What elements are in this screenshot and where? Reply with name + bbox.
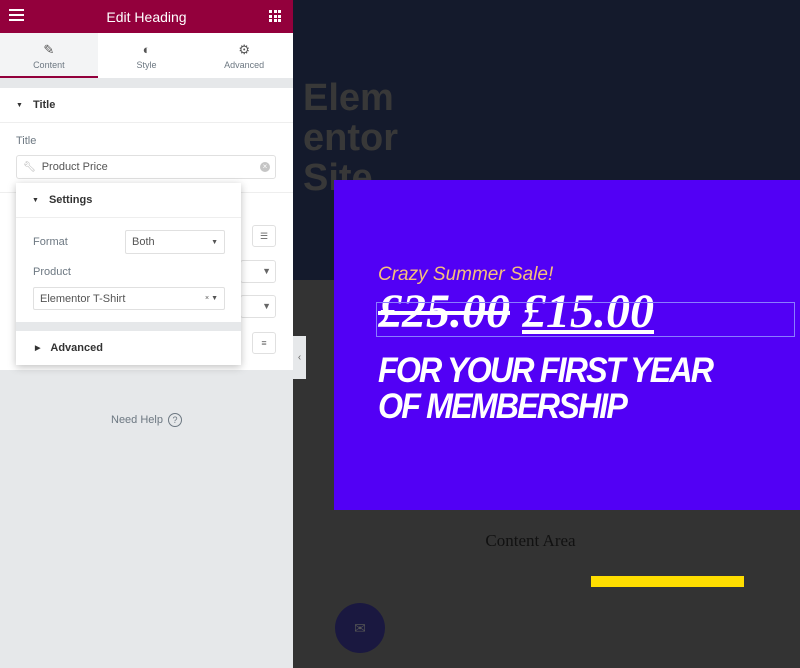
preview-canvas: Elem entor Site ‹ Crazy Summer Sale! £25.0…	[293, 0, 800, 668]
title-input[interactable]: 🔧︎ Product Price ×	[16, 155, 276, 179]
caret-down-icon: ▼	[16, 101, 23, 109]
select-dropdown[interactable]: ▼	[240, 260, 276, 283]
tab-advanced[interactable]: ⚙ Advanced	[195, 33, 293, 78]
clear-caret-icon[interactable]: × ▼	[205, 295, 218, 302]
selected-element-outline	[376, 302, 795, 337]
hamburger-icon[interactable]	[9, 9, 24, 24]
promo-section[interactable]: Crazy Summer Sale! £25.00 £15.00 FOR YOU…	[334, 180, 800, 510]
settings-toggle[interactable]: ▼ Settings	[16, 183, 241, 218]
content-area-label: Content Area	[485, 531, 576, 550]
clear-icon[interactable]: ×	[260, 162, 270, 172]
yellow-bar	[591, 576, 744, 587]
promo-tagline: FOR YOUR FIRST YEAR OF MEMBERSHIP	[378, 351, 714, 426]
half-circle-icon: ◐	[142, 42, 151, 57]
product-value: Elementor T-Shirt	[40, 292, 126, 305]
editor-panel: Edit Heading ✎ Content ◐ Style ⚙ Advanced ▼…	[0, 0, 293, 668]
promo-kicker: Crazy Summer Sale!	[378, 264, 554, 285]
tab-content[interactable]: ✎ Content	[0, 33, 98, 78]
format-label: Format	[33, 236, 68, 248]
title-value: Product Price	[41, 161, 108, 173]
wrench-icon: 🔧︎	[23, 161, 36, 173]
format-value: Both	[132, 236, 155, 248]
caret-right-icon: ▶	[35, 345, 41, 352]
settings-label: Settings	[48, 194, 93, 206]
need-help-link[interactable]: Need Help?	[0, 413, 293, 427]
question-icon: ?	[167, 413, 182, 427]
align-justify-icon[interactable]: ≡	[252, 332, 276, 354]
product-select[interactable]: Elementor T-Shirt × ▼	[33, 287, 225, 310]
pencil-icon: ✎	[43, 42, 55, 57]
section-title-toggle[interactable]: ▼ Title	[0, 88, 293, 123]
title-label: Title	[16, 135, 37, 147]
format-select[interactable]: Both ▼	[125, 230, 225, 254]
select-dropdown[interactable]: ▼	[240, 295, 276, 318]
grid-icon[interactable]	[269, 10, 281, 22]
help-label: Need Help	[111, 414, 163, 426]
advanced-toggle[interactable]: ▶ Advanced	[16, 331, 241, 365]
caret-down-icon: ▼	[32, 196, 39, 204]
advanced-label: Advanced	[50, 342, 103, 354]
panel-title: Edit Heading	[106, 8, 187, 25]
panel-tabs: ✎ Content ◐ Style ⚙ Advanced	[0, 33, 293, 78]
caret-down-icon: ▼	[211, 238, 218, 246]
panel-header: Edit Heading	[0, 0, 293, 33]
tab-label: Advanced	[224, 60, 265, 70]
gear-icon: ⚙	[238, 42, 250, 57]
tab-label: Content	[33, 60, 65, 70]
section-title: Title	[32, 99, 56, 111]
product-label: Product	[33, 266, 71, 278]
database-icon[interactable]: ☰	[252, 225, 276, 247]
tab-label: Style	[136, 60, 157, 70]
envelope-icon[interactable]: ✉	[335, 603, 385, 653]
dynamic-tag-popover: ▼ Settings Format Both ▼ Product Elementor…	[16, 183, 241, 365]
tab-style[interactable]: ◐ Style	[98, 33, 196, 78]
collapse-panel-button[interactable]: ‹	[293, 336, 306, 379]
